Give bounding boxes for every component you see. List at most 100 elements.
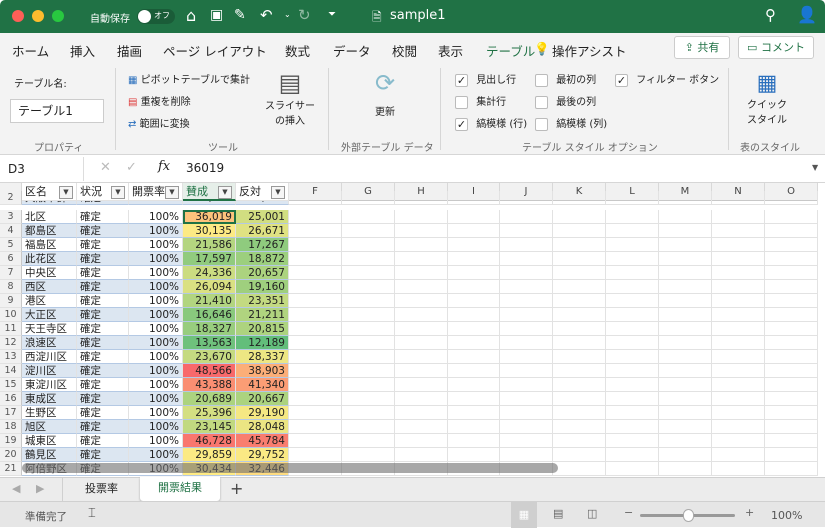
checkbox[interactable] bbox=[455, 95, 468, 109]
empty-cell[interactable] bbox=[342, 266, 395, 280]
row-header[interactable]: 6 bbox=[0, 252, 22, 266]
empty-cell[interactable] bbox=[500, 448, 553, 462]
cell-no[interactable]: 29,190 bbox=[236, 406, 289, 420]
option-checkbox-3[interactable]: 最初の列 bbox=[535, 71, 596, 87]
empty-cell[interactable] bbox=[553, 322, 606, 336]
cell-no[interactable]: 12,189 bbox=[236, 336, 289, 350]
cell-name[interactable]: 福島区 bbox=[22, 238, 77, 252]
cell-name[interactable]: 鶴見区 bbox=[22, 448, 77, 462]
cell-name[interactable]: 中央区 bbox=[22, 266, 77, 280]
table-name-input[interactable]: テーブル1 bbox=[10, 99, 104, 123]
empty-cell[interactable] bbox=[395, 210, 448, 224]
cell-yes[interactable]: 23,145 bbox=[183, 420, 236, 434]
empty-cell[interactable] bbox=[395, 448, 448, 462]
empty-cell[interactable] bbox=[553, 420, 606, 434]
cell-name[interactable]: 港区 bbox=[22, 294, 77, 308]
empty-cell[interactable] bbox=[659, 280, 712, 294]
cell-name[interactable]: 此花区 bbox=[22, 252, 77, 266]
empty-cell[interactable] bbox=[712, 210, 765, 224]
close-window-button[interactable] bbox=[12, 10, 24, 22]
empty-cell[interactable] bbox=[448, 238, 500, 252]
empty-cell[interactable] bbox=[659, 322, 712, 336]
empty-cell[interactable] bbox=[500, 392, 553, 406]
empty-cell[interactable] bbox=[395, 420, 448, 434]
empty-cell[interactable] bbox=[395, 434, 448, 448]
row-header[interactable]: 18 bbox=[0, 420, 22, 434]
empty-cell[interactable] bbox=[289, 252, 342, 266]
empty-cell[interactable] bbox=[342, 280, 395, 294]
empty-cell[interactable] bbox=[765, 210, 818, 224]
empty-cell[interactable] bbox=[712, 420, 765, 434]
empty-cell[interactable] bbox=[765, 308, 818, 322]
name-box[interactable]: D3 bbox=[0, 157, 84, 181]
empty-cell[interactable] bbox=[765, 266, 818, 280]
empty-cell[interactable] bbox=[553, 238, 606, 252]
empty-cell[interactable] bbox=[500, 308, 553, 322]
row-header[interactable]: 7 bbox=[0, 266, 22, 280]
tab-1[interactable]: 挿入 bbox=[70, 41, 95, 60]
cell-yes[interactable]: 30,135 bbox=[183, 224, 236, 238]
insert-slicer-button[interactable]: ▤ スライサー の挿入 bbox=[265, 69, 315, 127]
empty-cell[interactable] bbox=[659, 350, 712, 364]
empty-cell[interactable] bbox=[553, 364, 606, 378]
empty-cell[interactable] bbox=[500, 280, 553, 294]
cell-name[interactable]: 北区 bbox=[22, 210, 77, 224]
cell-rate[interactable]: 100% bbox=[129, 434, 183, 448]
edit-icon[interactable]: ✎ bbox=[234, 7, 246, 23]
empty-cell[interactable] bbox=[553, 448, 606, 462]
cell-yes[interactable]: 43,388 bbox=[183, 378, 236, 392]
empty-cell[interactable] bbox=[448, 224, 500, 238]
empty-cell[interactable] bbox=[606, 420, 659, 434]
zoom-out-button[interactable]: − bbox=[624, 506, 633, 519]
cell-no[interactable]: 18,872 bbox=[236, 252, 289, 266]
empty-cell[interactable] bbox=[289, 224, 342, 238]
cell-status[interactable]: 確定 bbox=[77, 420, 129, 434]
empty-cell[interactable] bbox=[395, 406, 448, 420]
cell-rate[interactable]: 100% bbox=[129, 322, 183, 336]
empty-cell[interactable] bbox=[289, 350, 342, 364]
empty-cell[interactable] bbox=[448, 266, 500, 280]
zoom-in-button[interactable]: + bbox=[745, 506, 754, 519]
zoom-slider-handle[interactable] bbox=[682, 509, 694, 522]
empty-cell[interactable] bbox=[289, 336, 342, 350]
cell-no[interactable]: 28,337 bbox=[236, 350, 289, 364]
empty-cell[interactable] bbox=[289, 448, 342, 462]
empty-cell[interactable] bbox=[553, 252, 606, 266]
empty-cell[interactable] bbox=[659, 462, 712, 476]
cell-name[interactable]: 東成区 bbox=[22, 392, 77, 406]
cell-yes[interactable]: 26,094 bbox=[183, 280, 236, 294]
autosave-toggle[interactable]: オフ bbox=[137, 9, 175, 24]
empty-cell[interactable] bbox=[289, 378, 342, 392]
normal-view-icon[interactable]: ▦ bbox=[511, 502, 537, 528]
empty-cell[interactable] bbox=[712, 224, 765, 238]
empty-cell[interactable] bbox=[500, 434, 553, 448]
filter-dropdown-icon[interactable]: ▼ bbox=[271, 186, 285, 199]
empty-cell[interactable] bbox=[448, 294, 500, 308]
row-header[interactable]: 10 bbox=[0, 308, 22, 322]
cell-name[interactable]: 旭区 bbox=[22, 420, 77, 434]
empty-cell[interactable] bbox=[712, 350, 765, 364]
empty-cell[interactable] bbox=[553, 378, 606, 392]
empty-cell[interactable] bbox=[395, 266, 448, 280]
empty-cell[interactable] bbox=[765, 350, 818, 364]
row-header[interactable]: 15 bbox=[0, 378, 22, 392]
search-icon[interactable]: ⚲ bbox=[765, 6, 776, 24]
share-button[interactable]: ⇪ 共有 bbox=[674, 36, 730, 59]
cell-yes[interactable]: 20,689 bbox=[183, 392, 236, 406]
cell-yes[interactable]: 25,396 bbox=[183, 406, 236, 420]
empty-cell[interactable] bbox=[289, 266, 342, 280]
empty-cell[interactable] bbox=[606, 252, 659, 266]
empty-cell[interactable] bbox=[765, 336, 818, 350]
empty-cell[interactable] bbox=[342, 406, 395, 420]
empty-cell[interactable] bbox=[659, 448, 712, 462]
cell-status[interactable]: 確定 bbox=[77, 448, 129, 462]
empty-cell[interactable] bbox=[553, 350, 606, 364]
empty-cell[interactable] bbox=[342, 322, 395, 336]
empty-cell[interactable] bbox=[395, 392, 448, 406]
expand-formula-icon[interactable]: ▼ bbox=[812, 163, 818, 172]
checkbox[interactable]: ✓ bbox=[615, 73, 628, 87]
option-checkbox-2[interactable]: ✓ 縞模様 (行) bbox=[455, 115, 527, 131]
tab-3[interactable]: ページ レイアウト bbox=[163, 41, 267, 60]
row-header[interactable]: 16 bbox=[0, 392, 22, 406]
empty-cell[interactable] bbox=[659, 294, 712, 308]
